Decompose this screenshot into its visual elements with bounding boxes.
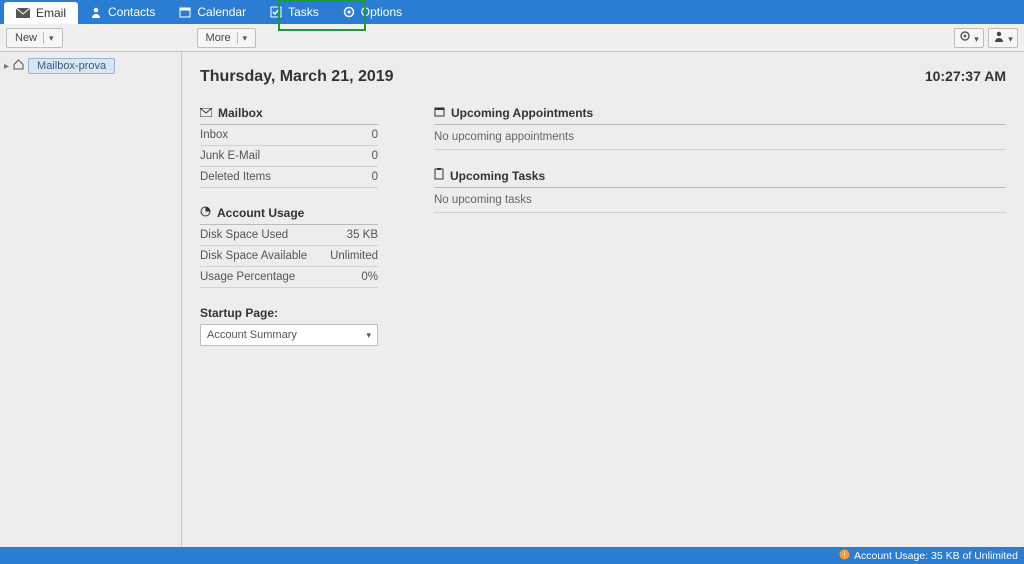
tab-options-label: Options [361,5,402,19]
top-nav: Email Contacts Calendar Tasks Options [0,0,1024,24]
status-usage-text: Account Usage: 35 KB of Unlimited [854,550,1018,562]
tab-calendar[interactable]: Calendar [167,0,258,24]
sidebar: Mailbox-prova [0,52,182,547]
tasks-empty: No upcoming tasks [434,188,1006,213]
expand-icon[interactable] [4,60,9,72]
appointments-empty: No upcoming appointments [434,125,1006,150]
gear-icon [959,30,971,45]
calendar-icon [179,6,191,18]
main-area: Mailbox-prova Thursday, March 21, 2019 1… [0,52,1024,547]
mailbox-row-inbox[interactable]: Inbox 0 [200,125,378,146]
profile-dropdown[interactable] [988,28,1018,48]
tab-tasks[interactable]: Tasks [258,0,331,24]
calendar-icon [434,106,445,120]
appointments-section-title: Upcoming Appointments [434,106,1006,125]
mailbox-tree-root[interactable]: Mailbox-prova [4,58,177,74]
toolbar: New More [0,24,1024,52]
mailbox-name[interactable]: Mailbox-prova [28,58,115,74]
more-button-label: More [206,32,231,44]
tab-email-label: Email [36,6,66,20]
tasks-section-title: Upcoming Tasks [434,168,1006,188]
chevron-down-icon [43,32,54,44]
mailbox-section-title: Mailbox [200,106,378,125]
user-icon [993,30,1005,45]
tab-calendar-label: Calendar [197,5,246,19]
startup-page-label: Startup Page: [200,306,378,320]
mail-icon [16,8,30,18]
home-icon [13,59,24,73]
new-button[interactable]: New [6,28,63,48]
check-icon [270,6,282,18]
mailbox-row-junk[interactable]: Junk E-Mail 0 [200,146,378,167]
more-button[interactable]: More [197,28,257,48]
new-button-label: New [15,32,37,44]
mailbox-row-deleted[interactable]: Deleted Items 0 [200,167,378,188]
warning-icon: ! [839,549,850,563]
chevron-down-icon [366,329,371,341]
person-icon [90,6,102,18]
svg-text:!: ! [843,550,845,559]
usage-row-percent: Usage Percentage 0% [200,267,378,288]
tab-options[interactable]: Options [331,0,414,24]
chevron-down-icon [1008,31,1013,45]
tab-email[interactable]: Email [4,2,78,24]
tab-contacts-label: Contacts [108,5,155,19]
status-bar: ! Account Usage: 35 KB of Unlimited [0,547,1024,564]
tab-contacts[interactable]: Contacts [78,0,167,24]
usage-section-title: Account Usage [200,206,378,225]
tab-tasks-label: Tasks [288,5,319,19]
content-pane: Thursday, March 21, 2019 10:27:37 AM Mai… [182,52,1024,547]
page-title: Thursday, March 21, 2019 [200,68,394,86]
usage-row-available: Disk Space Available Unlimited [200,246,378,267]
mail-icon [200,106,212,120]
startup-page-select[interactable]: Account Summary [200,324,378,346]
gear-icon [343,6,355,18]
chevron-down-icon [237,32,248,44]
settings-dropdown[interactable] [954,28,984,48]
clipboard-icon [434,168,444,183]
chevron-down-icon [974,31,979,45]
clock: 10:27:37 AM [925,68,1006,84]
pie-icon [200,206,211,220]
usage-row-used: Disk Space Used 35 KB [200,225,378,246]
